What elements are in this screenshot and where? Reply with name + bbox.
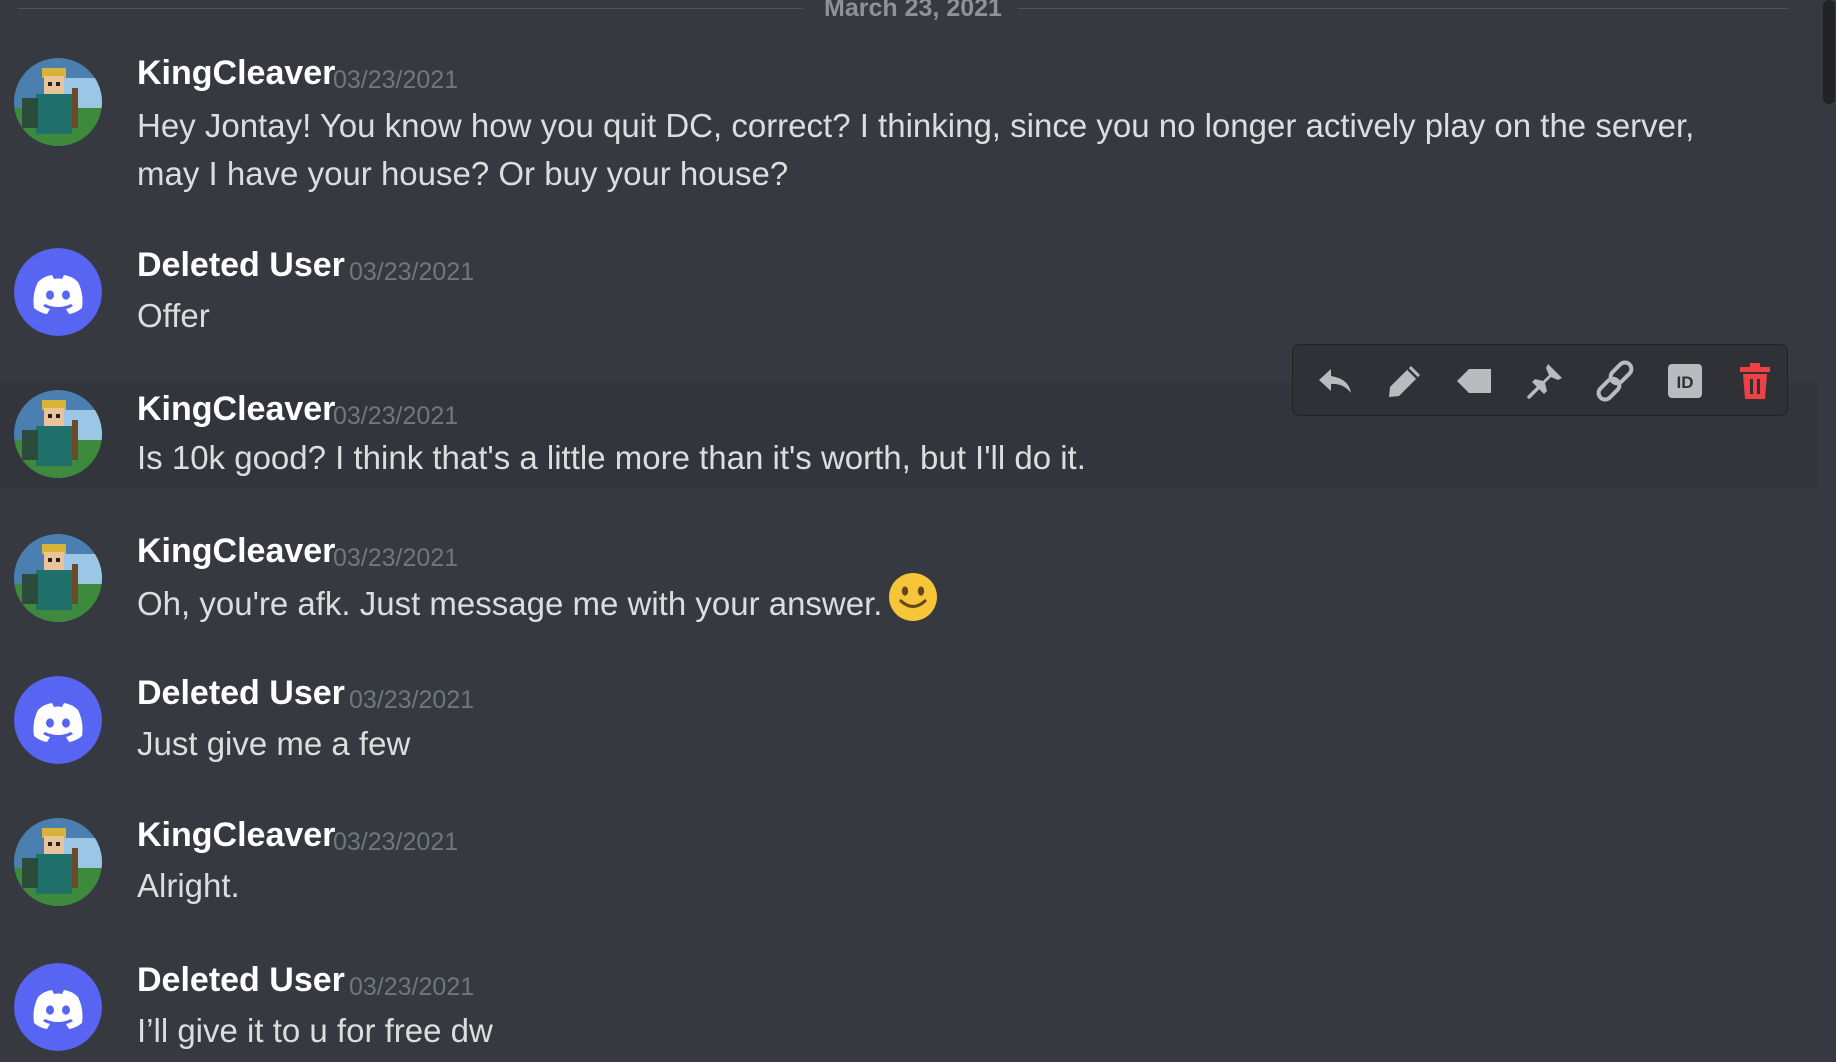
scrollbar[interactable] bbox=[1822, 0, 1836, 1062]
knight-avatar[interactable] bbox=[14, 390, 102, 478]
message-timestamp: 03/23/2021 bbox=[349, 973, 475, 1001]
message-text: Oh, you're afk. Just message me with you… bbox=[137, 585, 883, 623]
svg-text:ID: ID bbox=[1677, 373, 1694, 392]
message-text-line: may I have your house? Or buy your house… bbox=[137, 155, 789, 192]
message-timestamp: 03/23/2021 bbox=[333, 828, 459, 856]
message-author[interactable]: KingCleaver bbox=[137, 54, 335, 93]
message-author[interactable]: Deleted User bbox=[137, 246, 345, 285]
discord-avatar[interactable] bbox=[14, 676, 102, 764]
discord-avatar[interactable] bbox=[14, 248, 102, 336]
message-text-line: Offer bbox=[137, 297, 210, 334]
scrollbar-thumb[interactable] bbox=[1823, 0, 1835, 104]
message-text-line: Oh, you're afk. Just message me with you… bbox=[137, 573, 938, 635]
link-icon[interactable] bbox=[1591, 357, 1639, 405]
divider-line-right bbox=[1018, 8, 1788, 9]
message-item[interactable]: Deleted User 03/23/2021 Just give me a f… bbox=[0, 660, 1818, 780]
message-item[interactable]: KingCleaver 03/23/2021 Alright. bbox=[0, 802, 1818, 922]
message-timestamp: 03/23/2021 bbox=[349, 258, 475, 286]
knight-avatar[interactable] bbox=[14, 818, 102, 906]
message-author[interactable]: Deleted User bbox=[137, 674, 345, 713]
message-author[interactable]: KingCleaver bbox=[137, 532, 335, 571]
chat-messages-pane: March 23, 2021 KingCleaver 03/23/2021 He… bbox=[0, 0, 1836, 1062]
message-actions-toolbar: ID bbox=[1292, 344, 1788, 416]
message-text-line: Is 10k good? I think that's a little mor… bbox=[137, 439, 1086, 476]
tag-icon[interactable] bbox=[1451, 357, 1499, 405]
message-timestamp: 03/23/2021 bbox=[333, 402, 459, 430]
knight-avatar[interactable] bbox=[14, 534, 102, 622]
divider-line-left bbox=[18, 8, 803, 9]
date-divider-label: March 23, 2021 bbox=[824, 0, 1002, 22]
message-text-line: Just give me a few bbox=[137, 725, 411, 762]
message-item[interactable]: Deleted User 03/23/2021 Offer bbox=[0, 230, 1818, 350]
message-timestamp: 03/23/2021 bbox=[333, 544, 459, 572]
id-icon[interactable]: ID bbox=[1661, 357, 1709, 405]
message-text-line: Hey Jontay! You know how you quit DC, co… bbox=[137, 107, 1695, 144]
reply-icon[interactable] bbox=[1311, 357, 1359, 405]
message-author[interactable]: Deleted User bbox=[137, 961, 345, 1000]
message-item[interactable]: Deleted User 03/23/2021 I’ll give it to … bbox=[0, 945, 1818, 1062]
message-timestamp: 03/23/2021 bbox=[349, 686, 475, 714]
edit-icon[interactable] bbox=[1381, 357, 1429, 405]
knight-avatar[interactable] bbox=[14, 58, 102, 146]
message-item[interactable]: KingCleaver 03/23/2021 Oh, you're afk. J… bbox=[0, 520, 1818, 640]
message-text-line: I’ll give it to u for free dw bbox=[137, 1012, 493, 1049]
discord-avatar[interactable] bbox=[14, 963, 102, 1051]
trash-icon[interactable] bbox=[1731, 357, 1779, 405]
date-divider: March 23, 2021 bbox=[18, 0, 1788, 22]
slightly-smiling-face-icon bbox=[888, 572, 938, 635]
message-item[interactable]: KingCleaver 03/23/2021 Hey Jontay! You k… bbox=[0, 40, 1818, 210]
message-text-line: Alright. bbox=[137, 867, 240, 904]
pin-icon[interactable] bbox=[1521, 357, 1569, 405]
message-author[interactable]: KingCleaver bbox=[137, 390, 335, 429]
message-timestamp: 03/23/2021 bbox=[333, 66, 459, 94]
message-author[interactable]: KingCleaver bbox=[137, 816, 335, 855]
